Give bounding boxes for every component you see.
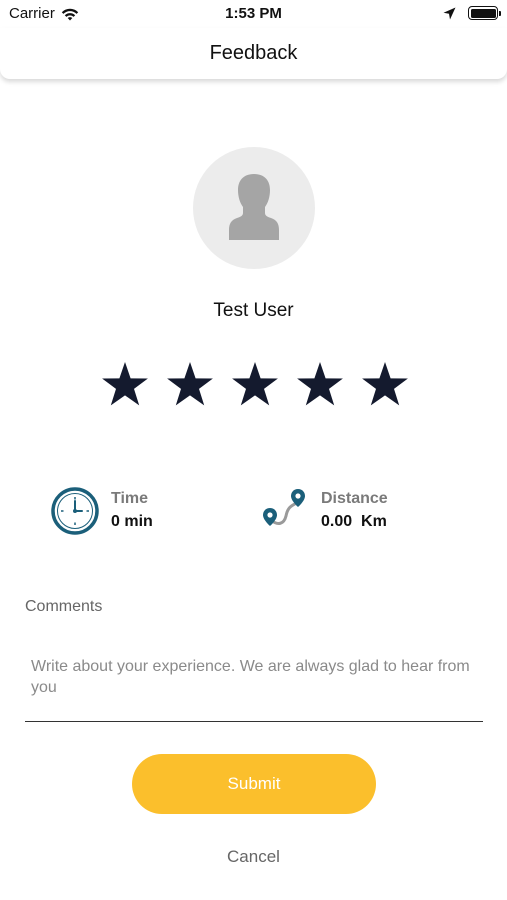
status-time: 1:53 PM: [225, 5, 282, 22]
star-icon-4[interactable]: [295, 360, 345, 410]
location-arrow-icon: [443, 7, 456, 19]
route-icon: [263, 489, 305, 526]
clock-icon: [51, 487, 99, 535]
page-title: Feedback: [209, 42, 298, 64]
submit-button[interactable]: Submit: [132, 754, 376, 814]
comments-input[interactable]: [25, 650, 483, 722]
comments-label: Comments: [25, 598, 103, 615]
time-stat: Time 0 min: [50, 486, 230, 538]
status-bar: Carrier 1:53 PM: [0, 0, 507, 30]
star-icon-1[interactable]: [100, 360, 150, 410]
person-silhouette-icon: [229, 174, 279, 240]
navigation-bar: Feedback: [0, 28, 507, 79]
star-icon-3[interactable]: [230, 360, 280, 410]
time-label: Time: [111, 490, 149, 507]
avatar: [193, 147, 315, 269]
time-value: 0 min: [111, 513, 153, 530]
battery-icon: [468, 6, 501, 20]
star-icon-5[interactable]: [360, 360, 410, 410]
distance-stat: Distance 0.00 Km: [260, 486, 460, 538]
star-icon-2[interactable]: [165, 360, 215, 410]
distance-value: 0.00 Km: [321, 513, 387, 530]
distance-label: Distance: [321, 490, 388, 507]
user-name: Test User: [213, 300, 294, 321]
star-rating[interactable]: [100, 360, 410, 412]
cancel-button[interactable]: Cancel: [0, 847, 507, 867]
